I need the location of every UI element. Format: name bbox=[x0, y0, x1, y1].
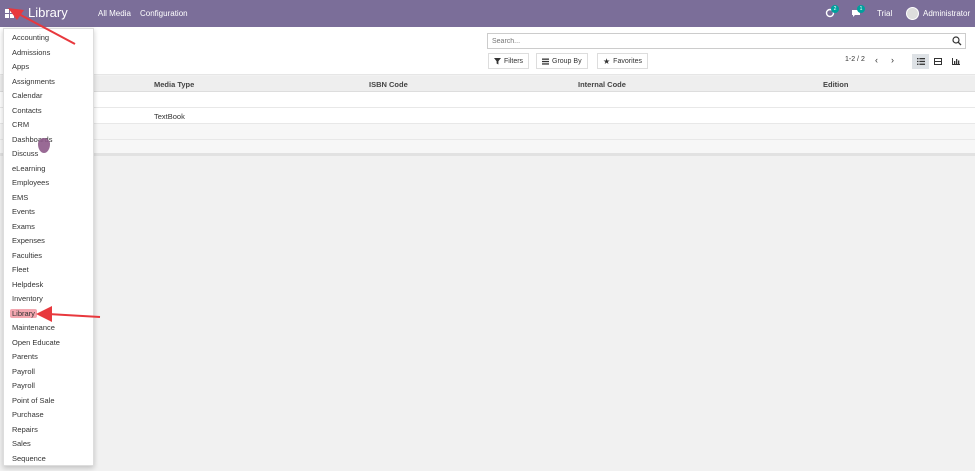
favorites-label: Favorites bbox=[613, 57, 642, 65]
apps-menu-item-assignments[interactable]: Assignments bbox=[12, 77, 55, 86]
kanban-view-icon[interactable] bbox=[929, 54, 946, 69]
chat-icon: 1 bbox=[851, 4, 865, 20]
user-menu[interactable]: Administrator bbox=[906, 0, 970, 27]
star-icon: ★ bbox=[603, 56, 611, 66]
activity-count-badge: 2 bbox=[831, 4, 839, 13]
apps-menu-item-apps[interactable]: Apps bbox=[12, 62, 29, 71]
filter-icon bbox=[494, 57, 501, 64]
messages-button[interactable]: 1 bbox=[851, 0, 865, 27]
apps-menu-item-open-educate[interactable]: Open Educate bbox=[12, 338, 60, 347]
apps-menu-item-exams[interactable]: Exams bbox=[12, 222, 35, 231]
apps-menu-item-sequence[interactable]: Sequence bbox=[12, 454, 46, 463]
scrollbar[interactable] bbox=[93, 35, 94, 365]
user-name: Administrator bbox=[923, 9, 971, 18]
apps-menu-item-repairs[interactable]: Repairs bbox=[12, 425, 38, 434]
column-edition[interactable]: Edition bbox=[823, 80, 848, 89]
cell-media-type: TextBook bbox=[154, 112, 185, 121]
menu-all-media[interactable]: All Media bbox=[98, 9, 131, 18]
empty-row bbox=[0, 124, 975, 140]
group-by-label: Group By bbox=[552, 57, 582, 65]
apps-menu-item-maintenance[interactable]: Maintenance bbox=[12, 323, 55, 332]
filters-button[interactable]: Filters bbox=[488, 53, 530, 69]
app-brand[interactable]: Library bbox=[28, 5, 68, 20]
menu-configuration[interactable]: Configuration bbox=[140, 9, 188, 18]
apps-menu-item-elearning[interactable]: eLearning bbox=[12, 164, 45, 173]
column-isbn-code[interactable]: ISBN Code bbox=[369, 80, 408, 89]
control-panel: Filters Group By ★ Favorites 1-2 / 2 ‹ › bbox=[0, 27, 975, 75]
list-header: Media Type ISBN Code Internal Code Editi… bbox=[0, 76, 975, 92]
avatar bbox=[906, 7, 919, 20]
apps-menu-item-library[interactable]: Library bbox=[10, 308, 37, 318]
apps-menu-item-discuss[interactable]: Discuss bbox=[12, 149, 38, 158]
favorites-button[interactable]: ★ Favorites bbox=[597, 53, 648, 69]
chevron-left-icon[interactable]: ‹ bbox=[875, 55, 878, 65]
apps-menu-item-purchase[interactable]: Purchase bbox=[12, 410, 44, 419]
apps-menu-item-payroll[interactable]: Payroll bbox=[12, 381, 35, 390]
apps-menu-item-crm[interactable]: CRM bbox=[12, 120, 29, 129]
apps-menu-item-parents[interactable]: Parents bbox=[12, 352, 38, 361]
apps-menu-item-calendar[interactable]: Calendar bbox=[12, 91, 42, 100]
apps-menu-item-point-of-sale[interactable]: Point of Sale bbox=[12, 396, 55, 405]
pager-value[interactable]: 1-2 / 2 bbox=[845, 56, 865, 63]
apps-menu-item-expenses[interactable]: Expenses bbox=[12, 236, 45, 245]
search-icon[interactable] bbox=[952, 36, 962, 46]
filters-label: Filters bbox=[504, 57, 524, 65]
search-box[interactable] bbox=[487, 33, 966, 49]
apps-menu-item-sales[interactable]: Sales bbox=[12, 439, 31, 448]
search-input[interactable] bbox=[488, 34, 948, 48]
apps-menu-item-payroll[interactable]: Payroll bbox=[12, 367, 35, 376]
list-view-icon[interactable] bbox=[912, 54, 929, 69]
group-by-button[interactable]: Group By bbox=[536, 53, 588, 69]
apps-menu-item-inventory[interactable]: Inventory bbox=[12, 294, 43, 303]
chevron-right-icon[interactable]: › bbox=[891, 55, 894, 65]
activity-button[interactable]: 2 bbox=[825, 0, 839, 27]
apps-menu-item-employees[interactable]: Employees bbox=[12, 178, 49, 187]
graph-view-icon[interactable] bbox=[947, 54, 964, 69]
apps-menu-item-admissions[interactable]: Admissions bbox=[12, 48, 50, 57]
apps-menu-item-fleet[interactable]: Fleet bbox=[12, 265, 29, 274]
table-row[interactable] bbox=[0, 92, 975, 108]
top-navbar: Library All Media Configuration 2 1 Tria… bbox=[0, 0, 975, 27]
scroll-down-arrow-icon[interactable]: ▼ bbox=[92, 457, 93, 463]
apps-menu-item-helpdesk[interactable]: Helpdesk bbox=[12, 280, 43, 289]
column-internal-code[interactable]: Internal Code bbox=[578, 80, 626, 89]
table-row[interactable]: TextBook bbox=[0, 108, 975, 124]
empty-row bbox=[0, 140, 975, 156]
apps-menu-item-events[interactable]: Events bbox=[12, 207, 35, 216]
apps-grid-icon[interactable] bbox=[5, 9, 14, 18]
apps-menu-item-faculties[interactable]: Faculties bbox=[12, 251, 42, 260]
apps-dropdown: ▲ ▼ AccountingAdmissionsAppsAssignmentsC… bbox=[3, 28, 94, 466]
column-media-type[interactable]: Media Type bbox=[154, 80, 194, 89]
activity-icon: 2 bbox=[825, 4, 839, 20]
group-by-icon bbox=[542, 58, 549, 65]
message-count-badge: 1 bbox=[857, 4, 865, 13]
apps-menu-item-accounting[interactable]: Accounting bbox=[12, 33, 49, 42]
apps-menu-item-ems[interactable]: EMS bbox=[12, 193, 28, 202]
apps-menu-item-contacts[interactable]: Contacts bbox=[12, 106, 42, 115]
trial-label[interactable]: Trial bbox=[877, 0, 892, 27]
